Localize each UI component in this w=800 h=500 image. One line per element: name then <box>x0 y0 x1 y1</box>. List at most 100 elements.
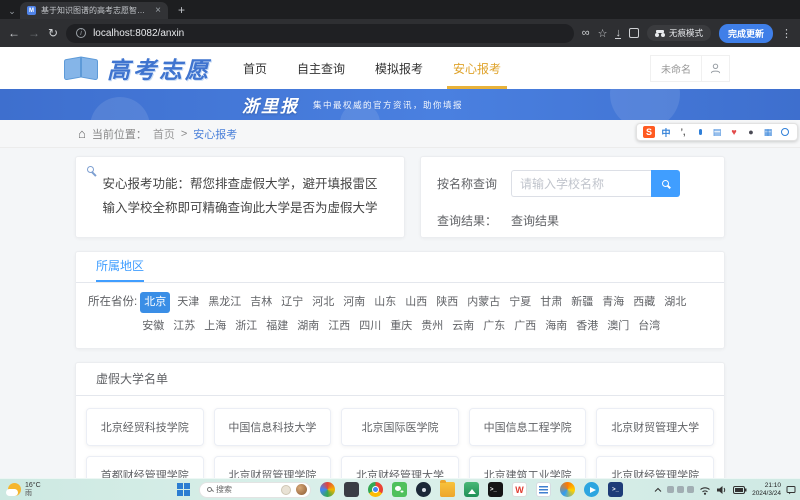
wechat-icon[interactable] <box>392 482 407 497</box>
share-link-icon[interactable]: ∞ <box>582 27 590 39</box>
wifi-icon[interactable] <box>699 485 711 495</box>
taskbar-clock[interactable]: 21:10 2024/3/24 <box>752 482 781 498</box>
province-chip[interactable]: 安徽 <box>140 316 166 337</box>
browser-menu-icon[interactable]: ⋮ <box>781 27 792 40</box>
sogou-logo-icon[interactable]: S <box>643 126 655 138</box>
province-chip[interactable]: 湖北 <box>662 292 688 313</box>
province-chip[interactable]: 广西 <box>512 316 538 337</box>
tab-search-chevron-icon[interactable]: ⌄ <box>4 3 20 19</box>
toolbox-icon[interactable]: ▦ <box>762 126 774 138</box>
province-chip[interactable]: 香港 <box>574 316 600 337</box>
site-info-icon[interactable]: i <box>76 28 86 38</box>
province-chip[interactable]: 陕西 <box>434 292 460 313</box>
tab-region[interactable]: 所属地区 <box>96 252 144 282</box>
search-button[interactable] <box>651 170 680 197</box>
province-chip[interactable]: 广东 <box>481 316 507 337</box>
skin-icon[interactable]: ● <box>745 126 757 138</box>
university-card[interactable]: 中国信息科技大学 <box>214 408 332 446</box>
province-chip[interactable]: 新疆 <box>569 292 595 313</box>
powershell-icon[interactable]: >_ <box>608 482 623 497</box>
province-chip[interactable]: 西藏 <box>631 292 657 313</box>
province-chip[interactable]: 江苏 <box>171 316 197 337</box>
terminal-black-icon[interactable]: >_ <box>488 482 503 497</box>
new-tab-button[interactable]: + <box>178 3 185 17</box>
university-card[interactable]: 中国信息工程学院 <box>469 408 587 446</box>
promo-banner[interactable]: 浙里报 集中最权威的官方资讯，助你填报 <box>0 89 800 120</box>
reload-button[interactable]: ↻ <box>48 26 58 40</box>
user-avatar-icon[interactable] <box>702 56 729 81</box>
province-chip[interactable]: 江西 <box>326 316 352 337</box>
emoji-icon[interactable]: ♥ <box>728 126 740 138</box>
colorful-app-icon[interactable] <box>320 482 335 497</box>
nav-item[interactable]: 自主查询 <box>297 47 345 89</box>
province-chip[interactable]: 北京 <box>140 292 170 313</box>
chrome-icon[interactable] <box>368 482 383 497</box>
hidden-tray-icons[interactable] <box>667 486 694 493</box>
province-chip[interactable]: 青海 <box>600 292 626 313</box>
university-card[interactable]: 北京国际医学院 <box>341 408 459 446</box>
province-chip[interactable]: 贵州 <box>419 316 445 337</box>
folder-icon[interactable] <box>440 482 455 497</box>
downloads-icon[interactable]: ↓ <box>615 28 621 39</box>
steam-icon[interactable] <box>416 482 431 497</box>
breadcrumb-home-link[interactable]: 首页 <box>153 126 175 142</box>
photos-icon[interactable] <box>464 482 479 497</box>
province-chip[interactable]: 宁夏 <box>507 292 533 313</box>
start-button[interactable] <box>177 483 190 496</box>
wps-icon[interactable]: W <box>512 482 527 497</box>
province-chip[interactable]: 上海 <box>202 316 228 337</box>
forward-button[interactable]: → <box>28 26 40 40</box>
province-chip[interactable]: 福建 <box>264 316 290 337</box>
nav-item[interactable]: 首页 <box>243 47 267 89</box>
province-chip[interactable]: 海南 <box>543 316 569 337</box>
province-chip[interactable]: 浙江 <box>233 316 259 337</box>
province-chip[interactable]: 内蒙古 <box>465 292 502 313</box>
username-label[interactable]: 未命名 <box>651 56 702 81</box>
bookmark-star-icon[interactable]: ☆ <box>598 27 608 40</box>
tab-close-icon[interactable]: × <box>155 6 161 16</box>
province-chip[interactable]: 天津 <box>175 292 201 313</box>
dark-dock-icon[interactable] <box>344 482 359 497</box>
telegram-icon[interactable] <box>584 482 599 497</box>
docs-icon[interactable] <box>536 482 551 497</box>
nav-item[interactable]: 安心报考 <box>453 47 501 89</box>
url-bar[interactable]: i localhost:8082/anxin <box>66 24 574 43</box>
notification-icon[interactable] <box>786 485 796 495</box>
province-chip[interactable]: 黑龙江 <box>206 292 243 313</box>
battery-icon[interactable] <box>733 486 747 494</box>
taskbar-search[interactable]: 搜索 <box>199 482 311 498</box>
chinese-mode-icon[interactable]: 中 <box>660 126 672 138</box>
breadcrumb-current[interactable]: 安心报考 <box>193 126 237 142</box>
site-logo[interactable]: 高考志愿 <box>64 51 211 85</box>
school-name-input[interactable] <box>511 170 651 197</box>
nav-item[interactable]: 模拟报考 <box>375 47 423 89</box>
province-chip[interactable]: 山西 <box>403 292 429 313</box>
honeyview-icon[interactable] <box>560 482 575 497</box>
keyboard-icon[interactable]: ▤ <box>711 126 723 138</box>
province-chip[interactable]: 河北 <box>310 292 336 313</box>
mic-icon[interactable] <box>694 126 706 138</box>
side-panel-icon[interactable] <box>629 28 639 38</box>
province-chip[interactable]: 澳门 <box>605 316 631 337</box>
punctuation-icon[interactable]: ’, <box>677 126 689 138</box>
back-button[interactable]: ← <box>8 26 20 40</box>
volume-icon[interactable] <box>716 485 728 495</box>
province-chip[interactable]: 河南 <box>341 292 367 313</box>
weather-widget[interactable]: 16°C 雨 <box>8 482 41 498</box>
chrome-update-button[interactable]: 完成更新 <box>719 24 773 43</box>
university-card[interactable]: 北京财贸管理大学 <box>596 408 714 446</box>
province-chip[interactable]: 云南 <box>450 316 476 337</box>
province-chip[interactable]: 山东 <box>372 292 398 313</box>
province-chip[interactable]: 重庆 <box>388 316 414 337</box>
settings-icon[interactable] <box>779 126 791 138</box>
province-chip[interactable]: 台湾 <box>636 316 662 337</box>
province-chip[interactable]: 四川 <box>357 316 383 337</box>
province-chip[interactable]: 湖南 <box>295 316 321 337</box>
province-chip[interactable]: 吉林 <box>248 292 274 313</box>
province-chip[interactable]: 甘肃 <box>538 292 564 313</box>
province-chip[interactable]: 辽宁 <box>279 292 305 313</box>
browser-tab[interactable]: M 基于知识图谱的高考志愿智能推荐 × <box>20 2 168 19</box>
tray-chevron-icon[interactable] <box>654 487 662 493</box>
banner-decor-circle <box>90 97 150 120</box>
university-card[interactable]: 北京经贸科技学院 <box>86 408 204 446</box>
